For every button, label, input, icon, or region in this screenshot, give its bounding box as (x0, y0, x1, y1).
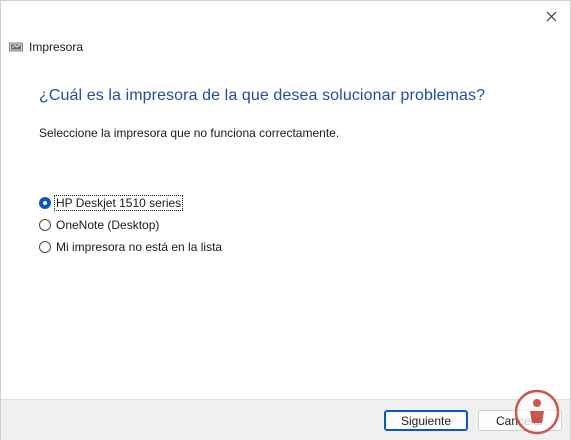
troubleshooter-window: Impresora ¿Cuál es la impresora de la qu… (0, 0, 571, 440)
radio-button[interactable] (39, 218, 51, 231)
option-not-listed[interactable]: Mi impresora no está en la lista (39, 239, 223, 254)
cancel-button[interactable]: Cancelar (478, 410, 562, 431)
next-button[interactable]: Siguiente (384, 410, 468, 431)
window-header: Impresora (9, 39, 83, 55)
page-question: ¿Cuál es la impresora de la que desea so… (39, 87, 486, 104)
instruction-text: Seleccione la impresora que no funciona … (39, 126, 340, 140)
close-icon (546, 11, 556, 21)
header-title: Impresora (29, 40, 84, 54)
option-onenote[interactable]: OneNote (Desktop) (39, 217, 223, 232)
radio-button-checked[interactable] (39, 196, 51, 209)
option-label: Mi impresora no está en la lista (56, 239, 223, 254)
printer-options: HP Deskjet 1510 series OneNote (Desktop)… (39, 194, 223, 261)
cancel-button-label: Cancelar (495, 413, 545, 428)
printer-icon (9, 42, 23, 52)
footer-bar: Siguiente Cancelar (1, 399, 570, 440)
close-button[interactable] (538, 5, 564, 27)
option-label: HP Deskjet 1510 series (53, 194, 184, 211)
option-label: OneNote (Desktop) (56, 217, 160, 232)
option-hp-deskjet[interactable]: HP Deskjet 1510 series (39, 194, 223, 211)
radio-button[interactable] (39, 240, 51, 253)
next-button-label: Siguiente (400, 413, 452, 428)
